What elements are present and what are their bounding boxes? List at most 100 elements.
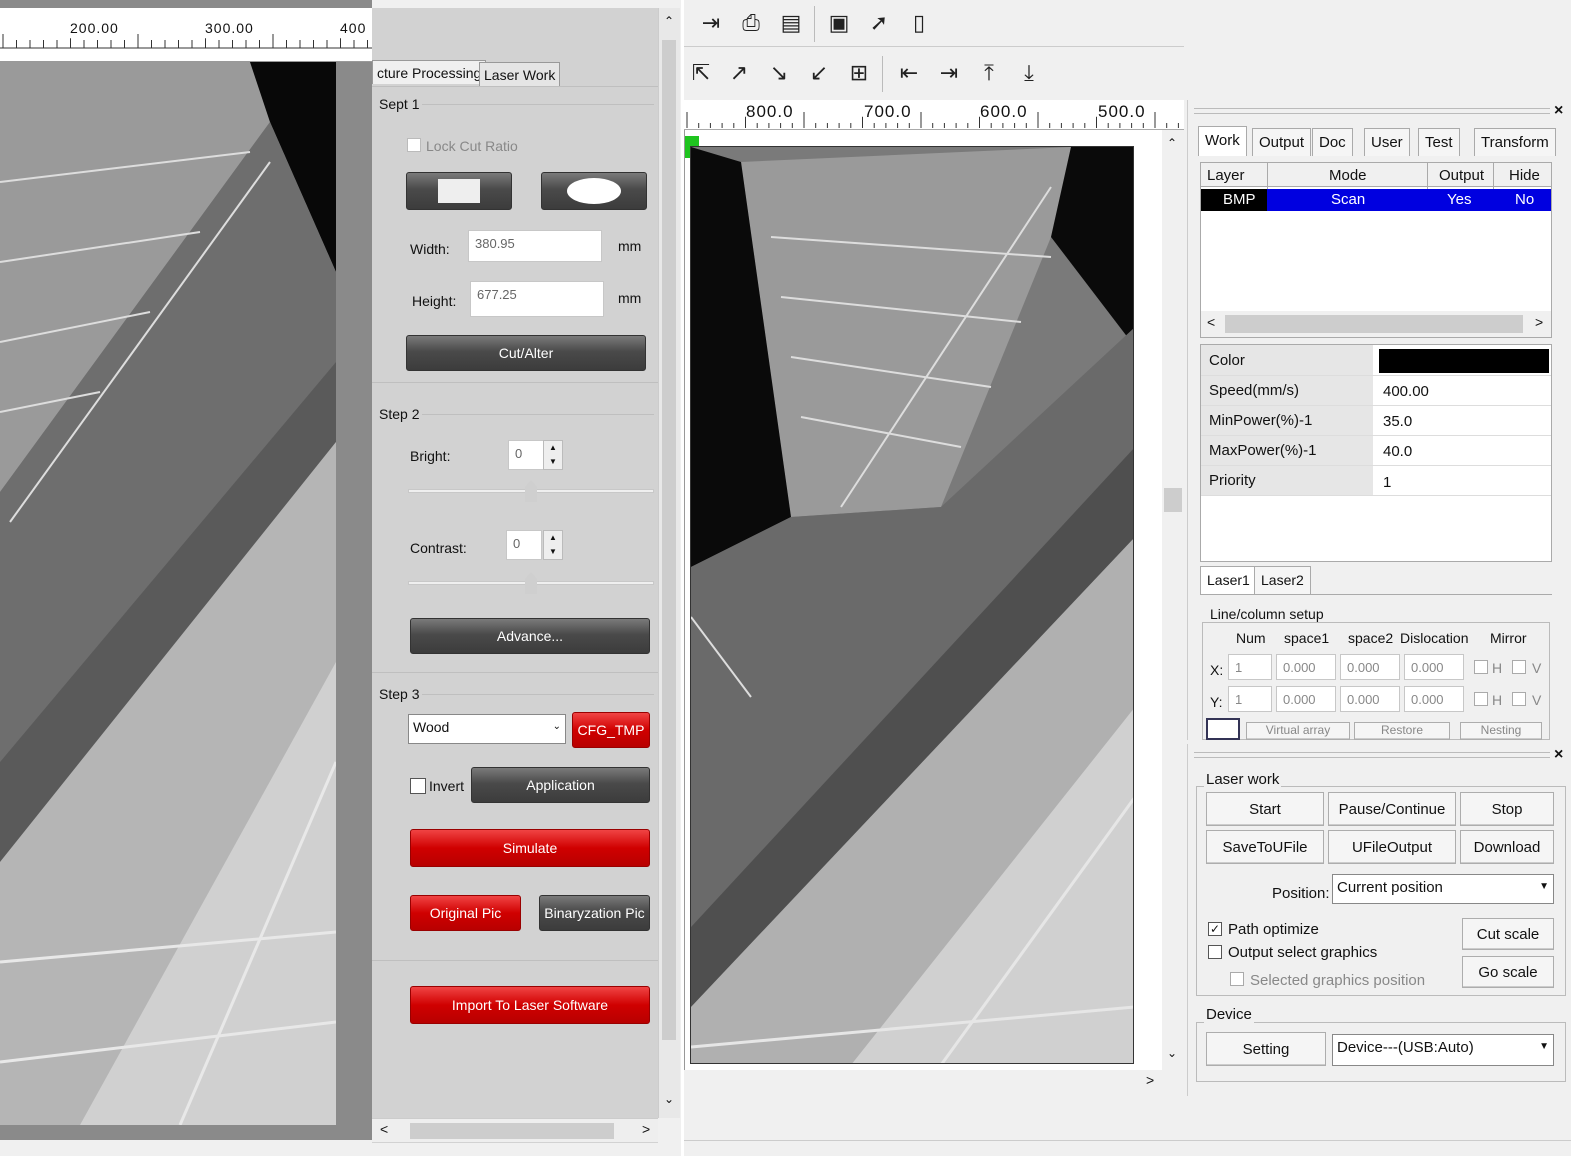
scroll-right-icon[interactable]: > bbox=[1146, 1072, 1154, 1088]
device-select[interactable]: Device---(USB:Auto) ▼ bbox=[1332, 1034, 1554, 1066]
align-top-icon[interactable]: ⤒ bbox=[974, 58, 1004, 88]
ruler-icon[interactable]: ▯ bbox=[904, 8, 934, 38]
restore-button[interactable]: Restore bbox=[1354, 722, 1450, 740]
hscroll-thumb[interactable] bbox=[410, 1123, 614, 1139]
y-space1-input[interactable]: 0.000 bbox=[1276, 686, 1336, 712]
mode-header[interactable]: Mode bbox=[1323, 164, 1373, 187]
path-optimize-checkbox[interactable]: ✓ bbox=[1208, 922, 1222, 936]
print-icon[interactable]: ⎙ bbox=[736, 8, 766, 38]
bright-spinner[interactable]: ▲ ▼ bbox=[543, 440, 563, 470]
x-num-input[interactable]: 1 bbox=[1228, 654, 1272, 680]
align-right-icon[interactable]: ⇥ bbox=[934, 58, 964, 88]
import-icon[interactable]: ⇥ bbox=[696, 8, 726, 38]
contrast-slider-thumb[interactable] bbox=[525, 572, 537, 594]
scroll-down-icon[interactable]: ⌄ bbox=[664, 1092, 674, 1106]
pause-continue-button[interactable]: Pause/Continue bbox=[1328, 792, 1456, 826]
output-select-checkbox[interactable] bbox=[1208, 945, 1222, 959]
tab-doc[interactable]: Doc bbox=[1312, 128, 1353, 156]
table-row[interactable]: BMP Scan Yes No bbox=[1201, 189, 1551, 211]
align-bottom-right-icon[interactable]: ↘ bbox=[764, 58, 794, 88]
camera-icon[interactable]: ▣ bbox=[822, 8, 856, 38]
hscroll-thumb[interactable] bbox=[1225, 315, 1523, 333]
cfg-tmp-button[interactable]: CFG_TMP bbox=[572, 712, 650, 748]
stop-button[interactable]: Stop bbox=[1460, 792, 1554, 826]
advance-button[interactable]: Advance... bbox=[410, 618, 650, 654]
simulate-button[interactable]: Simulate bbox=[410, 829, 650, 867]
contrast-input[interactable]: 0 bbox=[506, 530, 542, 560]
y-mirror-v-checkbox[interactable] bbox=[1512, 692, 1526, 706]
canvas-vscrollbar[interactable]: ⌃ ⌄ bbox=[1162, 130, 1184, 1070]
tab-user[interactable]: User bbox=[1364, 128, 1410, 156]
tab-output[interactable]: Output bbox=[1252, 128, 1312, 156]
cut-scale-button[interactable]: Cut scale bbox=[1462, 918, 1554, 950]
layer-hscrollbar[interactable]: < > bbox=[1201, 311, 1551, 337]
x-dislocation-input[interactable]: 0.000 bbox=[1404, 654, 1464, 680]
align-bottom-icon[interactable]: ⤓ bbox=[1014, 58, 1044, 88]
vscroll-thumb[interactable] bbox=[662, 40, 676, 1040]
x-space2-input[interactable]: 0.000 bbox=[1340, 654, 1400, 680]
tab-transform[interactable]: Transform bbox=[1474, 128, 1556, 156]
document-icon[interactable]: ▤ bbox=[776, 8, 806, 38]
nesting-button[interactable]: Nesting bbox=[1460, 722, 1542, 740]
y-num-input[interactable]: 1 bbox=[1228, 686, 1272, 712]
proc-hscrollbar[interactable]: < > bbox=[372, 1118, 658, 1142]
contrast-spinner[interactable]: ▲ ▼ bbox=[543, 530, 563, 560]
close-icon[interactable]: × bbox=[1554, 102, 1563, 120]
x-mirror-h-checkbox[interactable] bbox=[1474, 660, 1488, 674]
tab-laser1[interactable]: Laser1 bbox=[1200, 566, 1257, 594]
x-mirror-v-checkbox[interactable] bbox=[1512, 660, 1526, 674]
output-header[interactable]: Output bbox=[1433, 164, 1490, 187]
tab-laser-work[interactable]: Laser Work bbox=[479, 62, 561, 86]
left-canvas[interactable]: 200.00 300.00 400 bbox=[0, 0, 372, 1140]
import-to-laser-button[interactable]: Import To Laser Software bbox=[410, 986, 650, 1024]
align-left-icon[interactable]: ⇤ bbox=[894, 58, 924, 88]
ellipse-shape-button[interactable] bbox=[541, 172, 647, 210]
ufile-output-button[interactable]: UFileOutput bbox=[1328, 830, 1456, 864]
color-swatch[interactable] bbox=[1379, 349, 1549, 373]
device-setting-button[interactable]: Setting bbox=[1206, 1032, 1326, 1066]
scroll-right-icon[interactable]: > bbox=[642, 1121, 650, 1137]
y-mirror-h-checkbox[interactable] bbox=[1474, 692, 1488, 706]
tab-test[interactable]: Test bbox=[1418, 128, 1460, 156]
maxpower-value[interactable]: 40.0 bbox=[1377, 440, 1418, 463]
tab-work[interactable]: Work bbox=[1198, 126, 1247, 156]
scroll-down-icon[interactable]: ⌄ bbox=[1167, 1046, 1177, 1060]
y-dislocation-input[interactable]: 0.000 bbox=[1404, 686, 1464, 712]
download-button[interactable]: Download bbox=[1460, 830, 1554, 864]
save-to-ufile-button[interactable]: SaveToUFile bbox=[1206, 830, 1324, 864]
canvas-image[interactable] bbox=[690, 146, 1134, 1064]
laser-pen-icon[interactable]: ➚ bbox=[864, 8, 894, 38]
x-space1-input[interactable]: 0.000 bbox=[1276, 654, 1336, 680]
bright-input[interactable]: 0 bbox=[508, 440, 544, 470]
scroll-up-icon[interactable]: ⌃ bbox=[1167, 136, 1177, 150]
material-select[interactable]: Wood ⌄ bbox=[408, 714, 566, 744]
lock-cut-ratio-checkbox[interactable] bbox=[407, 138, 421, 152]
minpower-value[interactable]: 35.0 bbox=[1377, 410, 1418, 433]
rectangle-shape-button[interactable] bbox=[406, 172, 512, 210]
original-pic-button[interactable]: Original Pic bbox=[410, 895, 521, 931]
vscroll-thumb[interactable] bbox=[1164, 488, 1182, 512]
go-scale-button[interactable]: Go scale bbox=[1462, 956, 1554, 988]
align-center-icon[interactable]: ⊞ bbox=[844, 58, 874, 88]
array-icon[interactable] bbox=[1206, 718, 1240, 740]
align-bottom-left-icon[interactable]: ↙ bbox=[804, 58, 834, 88]
tab-picture-processing[interactable]: cture Processing bbox=[372, 60, 487, 84]
y-space2-input[interactable]: 0.000 bbox=[1340, 686, 1400, 712]
tab-laser2[interactable]: Laser2 bbox=[1254, 566, 1311, 594]
scroll-right-icon[interactable]: > bbox=[1535, 314, 1543, 330]
width-input[interactable]: 380.95 bbox=[468, 230, 602, 262]
hide-header[interactable]: Hide bbox=[1503, 164, 1546, 187]
invert-checkbox[interactable] bbox=[410, 778, 426, 794]
scroll-up-icon[interactable]: ⌃ bbox=[664, 14, 674, 28]
priority-value[interactable]: 1 bbox=[1377, 471, 1397, 494]
application-button[interactable]: Application bbox=[471, 767, 650, 803]
align-top-left-icon[interactable]: ⇱ bbox=[686, 58, 716, 88]
scroll-left-icon[interactable]: < bbox=[380, 1121, 388, 1137]
binaryzation-pic-button[interactable]: Binaryzation Pic bbox=[539, 895, 650, 931]
bright-slider-thumb[interactable] bbox=[525, 480, 537, 502]
close-icon[interactable]: × bbox=[1554, 746, 1563, 764]
align-top-right-icon[interactable]: ↗ bbox=[724, 58, 754, 88]
scroll-left-icon[interactable]: < bbox=[1207, 314, 1215, 330]
proc-vscrollbar[interactable]: ⌃ ⌄ bbox=[658, 8, 680, 1118]
start-button[interactable]: Start bbox=[1206, 792, 1324, 826]
